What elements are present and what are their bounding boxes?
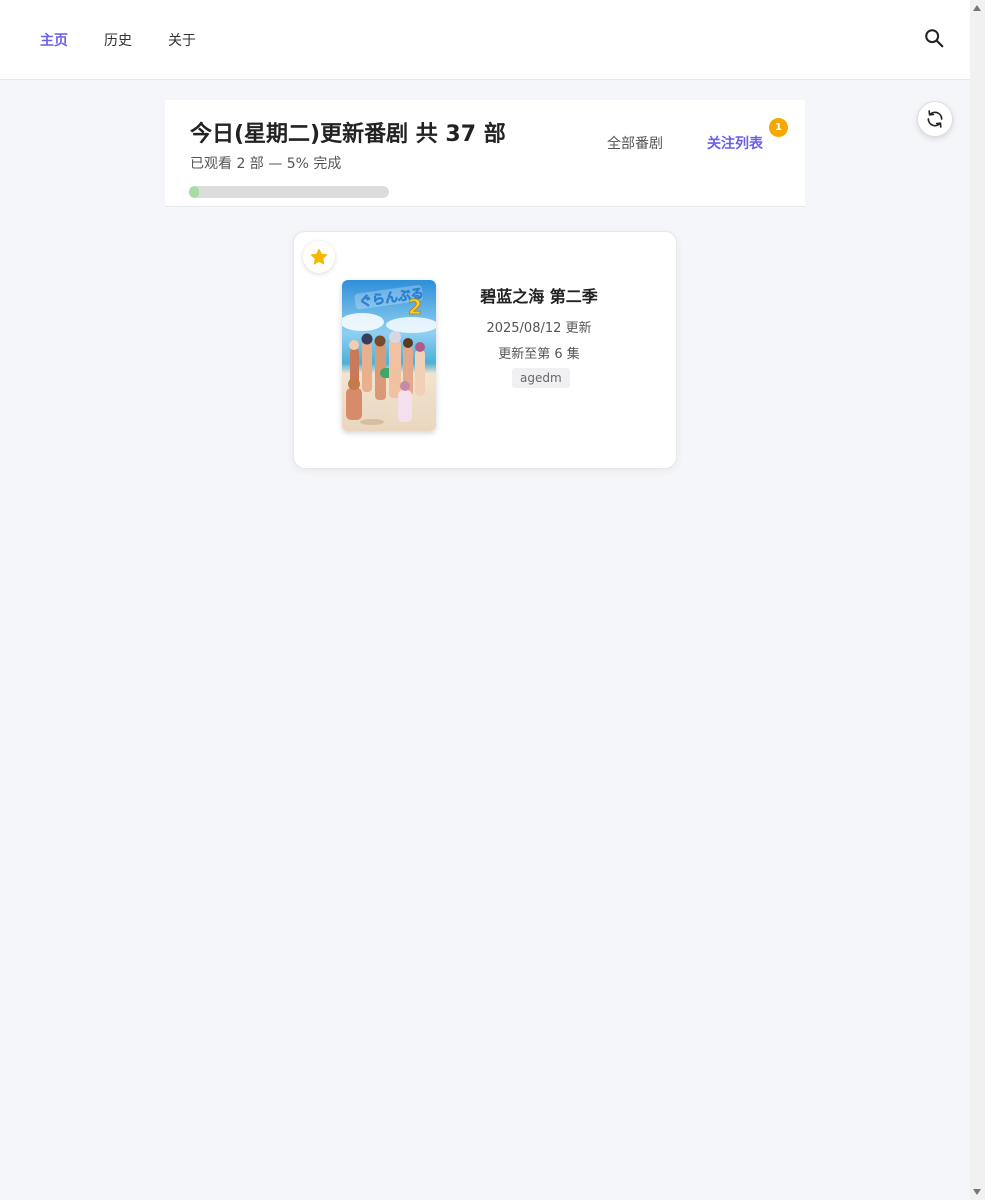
- anime-update-date: 2025/08/12 更新: [486, 321, 592, 336]
- watch-progress-bar: [189, 186, 389, 198]
- star-icon: [310, 248, 328, 265]
- scroll-down-arrow[interactable]: [973, 1189, 981, 1195]
- favorite-button[interactable]: [303, 241, 335, 273]
- anime-title[interactable]: 碧蓝之海 第二季: [444, 283, 634, 307]
- anime-cover-image[interactable]: ぐらんぶる 2: [342, 280, 436, 431]
- nav-item-about[interactable]: 关于: [168, 30, 196, 50]
- anime-card[interactable]: ぐらんぶる 2 碧蓝之海 第二季 2025/08/12 更新 更新至第 6 集 …: [293, 231, 677, 469]
- nav-item-home[interactable]: 主页: [40, 30, 68, 50]
- today-summary-card: 今日(星期二)更新番剧 共 37 部 已观看 2 部 — 5% 完成 全部番剧 …: [165, 100, 805, 207]
- anime-episode-status: 更新至第 6 集: [498, 347, 580, 362]
- vertical-scrollbar[interactable]: [970, 0, 985, 1200]
- source-tag[interactable]: agedm: [512, 368, 570, 388]
- page-title: 今日(星期二)更新番剧 共 37 部: [190, 122, 506, 147]
- search-button[interactable]: [918, 22, 950, 54]
- tab-watchlist[interactable]: 关注列表: [707, 133, 763, 153]
- search-icon: [925, 29, 944, 48]
- watch-progress-fill: [189, 186, 199, 198]
- svg-text:2: 2: [408, 295, 422, 319]
- scroll-up-arrow[interactable]: [973, 5, 981, 11]
- tab-all-anime[interactable]: 全部番剧: [607, 133, 663, 153]
- nav-item-history[interactable]: 历史: [104, 30, 132, 50]
- refresh-button[interactable]: [917, 101, 953, 137]
- top-nav-bar: 主页 历史 关于: [0, 0, 970, 80]
- watch-progress-text: 已观看 2 部 — 5% 完成: [190, 156, 342, 172]
- watchlist-count-badge: 1: [769, 118, 788, 137]
- refresh-icon: [927, 110, 943, 128]
